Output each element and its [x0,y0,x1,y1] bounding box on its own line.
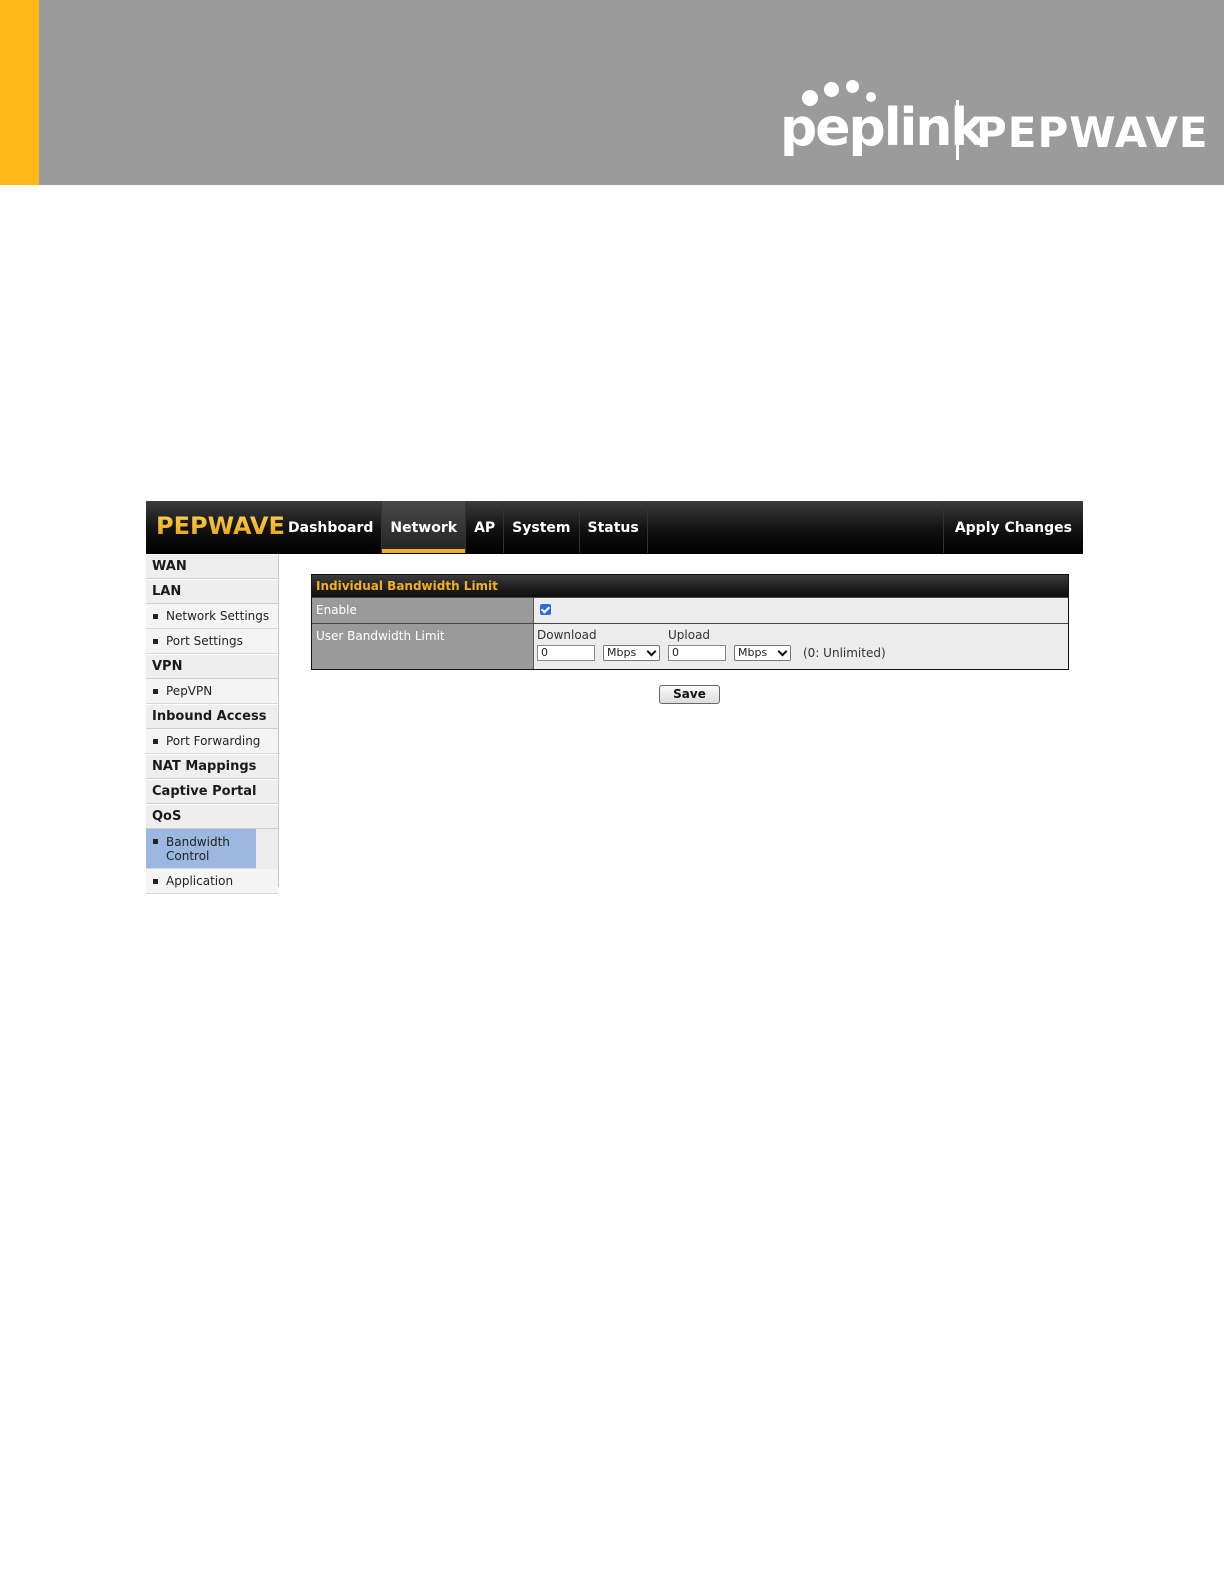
sidebar-item-inbound-access[interactable]: Inbound Access [146,704,278,729]
brand-divider [956,100,959,160]
sidebar-item-qos[interactable]: QoS [146,804,278,829]
bandwidth-controls: Download Upload 0 Mbps 0 Mbps (0: Unlimi… [537,628,1065,666]
download-unit-value: Mbps [607,646,637,659]
brand-logo: peplink PEPWAVE [780,70,1208,170]
sidebar-item-wan[interactable]: WAN [146,554,278,579]
enable-checkbox[interactable] [540,604,551,615]
router-admin-ui: PEPWAVE Dashboard Network AP System Stat… [146,501,1083,894]
header-accent-bar [0,0,39,185]
chevron-down-icon [777,646,788,657]
sidebar-item-pepvpn[interactable]: PepVPN [146,679,278,704]
sidebar-item-vpn[interactable]: VPN [146,654,278,679]
sidebar-item-network-settings[interactable]: Network Settings [146,604,278,629]
user-bandwidth-limit-row: User Bandwidth Limit Download Upload 0 M… [312,623,1068,669]
document-header: peplink PEPWAVE [0,0,1224,185]
download-label: Download [537,628,597,642]
upload-label: Upload [668,628,711,642]
upload-input[interactable]: 0 [668,645,726,661]
sidebar-item-application[interactable]: Application [146,869,278,894]
sidebar-item-nat-mappings[interactable]: NAT Mappings [146,754,278,779]
main-nav: Dashboard Network AP System Status [280,501,648,553]
brand-pepwave: PEPWAVE [976,108,1209,157]
tab-system[interactable]: System [504,501,580,553]
enable-row: Enable [312,597,1068,623]
sidebar-item-port-forwarding[interactable]: Port Forwarding [146,729,278,754]
sidebar-item-captive-portal[interactable]: Captive Portal [146,779,278,804]
bandwidth-limit-panel: Individual Bandwidth Limit Enable User B… [311,574,1069,670]
save-button[interactable]: Save [659,685,720,704]
tab-dashboard[interactable]: Dashboard [280,501,383,553]
user-bandwidth-limit-label: User Bandwidth Limit [312,624,534,669]
chevron-down-icon [646,646,657,657]
sidebar-item-lan[interactable]: LAN [146,579,278,604]
upload-unit-value: Mbps [738,646,768,659]
apply-changes-button[interactable]: Apply Changes [942,501,1083,553]
enable-label: Enable [312,598,534,623]
unlimited-hint: (0: Unlimited) [803,646,886,660]
sidebar-item-port-settings[interactable]: Port Settings [146,629,278,654]
panel-title: Individual Bandwidth Limit [312,575,1068,597]
download-unit-select[interactable]: Mbps [603,645,660,661]
user-bandwidth-limit-value: Download Upload 0 Mbps 0 Mbps (0: Unlimi… [534,624,1068,669]
tab-ap[interactable]: AP [466,501,505,553]
enable-value [534,598,1068,623]
upload-unit-select[interactable]: Mbps [734,645,791,661]
sidebar-item-bandwidth-control[interactable]: Bandwidth Control [146,829,256,869]
brand-peplink: peplink [780,98,985,158]
pepwave-logo: PEPWAVE [156,509,285,543]
top-navigation-bar: PEPWAVE Dashboard Network AP System Stat… [146,501,1083,554]
download-input[interactable]: 0 [537,645,595,661]
tab-network[interactable]: Network [382,501,467,553]
sidebar: WAN LAN Network Settings Port Settings V… [146,554,279,894]
tab-status[interactable]: Status [580,501,648,553]
